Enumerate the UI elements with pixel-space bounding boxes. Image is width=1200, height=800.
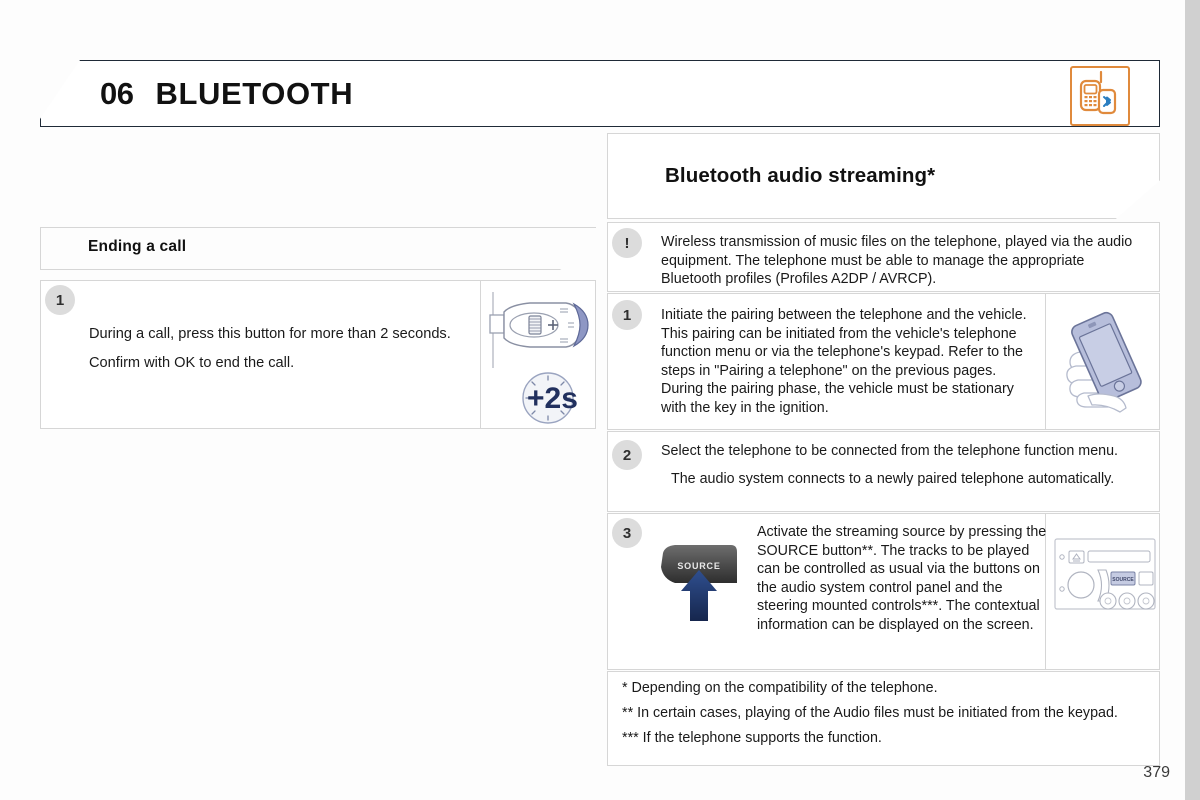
- ending-a-call-instructions: During a call, press this button for mor…: [89, 325, 459, 373]
- footnote-1: * Depending on the compatibility of the …: [622, 680, 938, 696]
- streaming-step-2-sub: The audio system connects to a newly pai…: [671, 470, 1115, 487]
- streaming-step-2-main: Select the telephone to be connected fro…: [661, 443, 1119, 459]
- step-1-panel-divider: [1045, 294, 1046, 429]
- svg-text:SOURCE: SOURCE: [1112, 577, 1134, 583]
- page-number: 379: [1143, 764, 1170, 781]
- left-panel-divider: [480, 281, 481, 428]
- footnote-2: ** In certain cases, playing of the Audi…: [622, 705, 1118, 721]
- hand-holding-smartphone-illustration: [1058, 300, 1154, 427]
- page-title: BLUETOOTH: [155, 75, 354, 111]
- car-audio-head-unit-illustration: SOURCE: [1053, 535, 1157, 618]
- chapter-header-content: 06 BLUETOOTH: [40, 60, 1160, 127]
- footnote-3: *** If the telephone supports the functi…: [622, 730, 882, 746]
- step-badge-left-1: 1: [45, 285, 75, 315]
- warning-note-text: Wireless transmission of music files on …: [661, 234, 1133, 287]
- streaming-step-2-text: Select the telephone to be connected fro…: [661, 442, 1143, 488]
- chapter-number: 06: [100, 75, 134, 111]
- source-button-illustration: SOURCE: [655, 543, 751, 630]
- step-badge-right-2: 2: [612, 440, 642, 470]
- step-badge-right-1: 1: [612, 300, 642, 330]
- footnotes: * Depending on the compatibility of the …: [622, 679, 1142, 747]
- ending-a-call-line-1: During a call, press this button for mor…: [89, 326, 451, 342]
- bluetooth-phone-icon: [1070, 66, 1130, 126]
- left-section-heading: Ending a call: [88, 238, 187, 255]
- source-button-label: SOURCE: [677, 561, 720, 571]
- ending-a-call-line-2: Confirm with OK to end the call.: [89, 355, 295, 371]
- step-badge-right-3: 3: [612, 518, 642, 548]
- exclamation-icon: !: [612, 228, 642, 258]
- page-edge-strip: [1185, 0, 1200, 800]
- streaming-step-1-text: Initiate the pairing between the telepho…: [661, 307, 1027, 416]
- svg-text:+2s: +2s: [527, 382, 578, 415]
- streaming-step-3-text: Activate the streaming source by pressin…: [757, 524, 1047, 633]
- steering-stalk-control-illustration: +2s: [488, 290, 593, 430]
- right-section-heading: Bluetooth audio streaming*: [665, 164, 936, 187]
